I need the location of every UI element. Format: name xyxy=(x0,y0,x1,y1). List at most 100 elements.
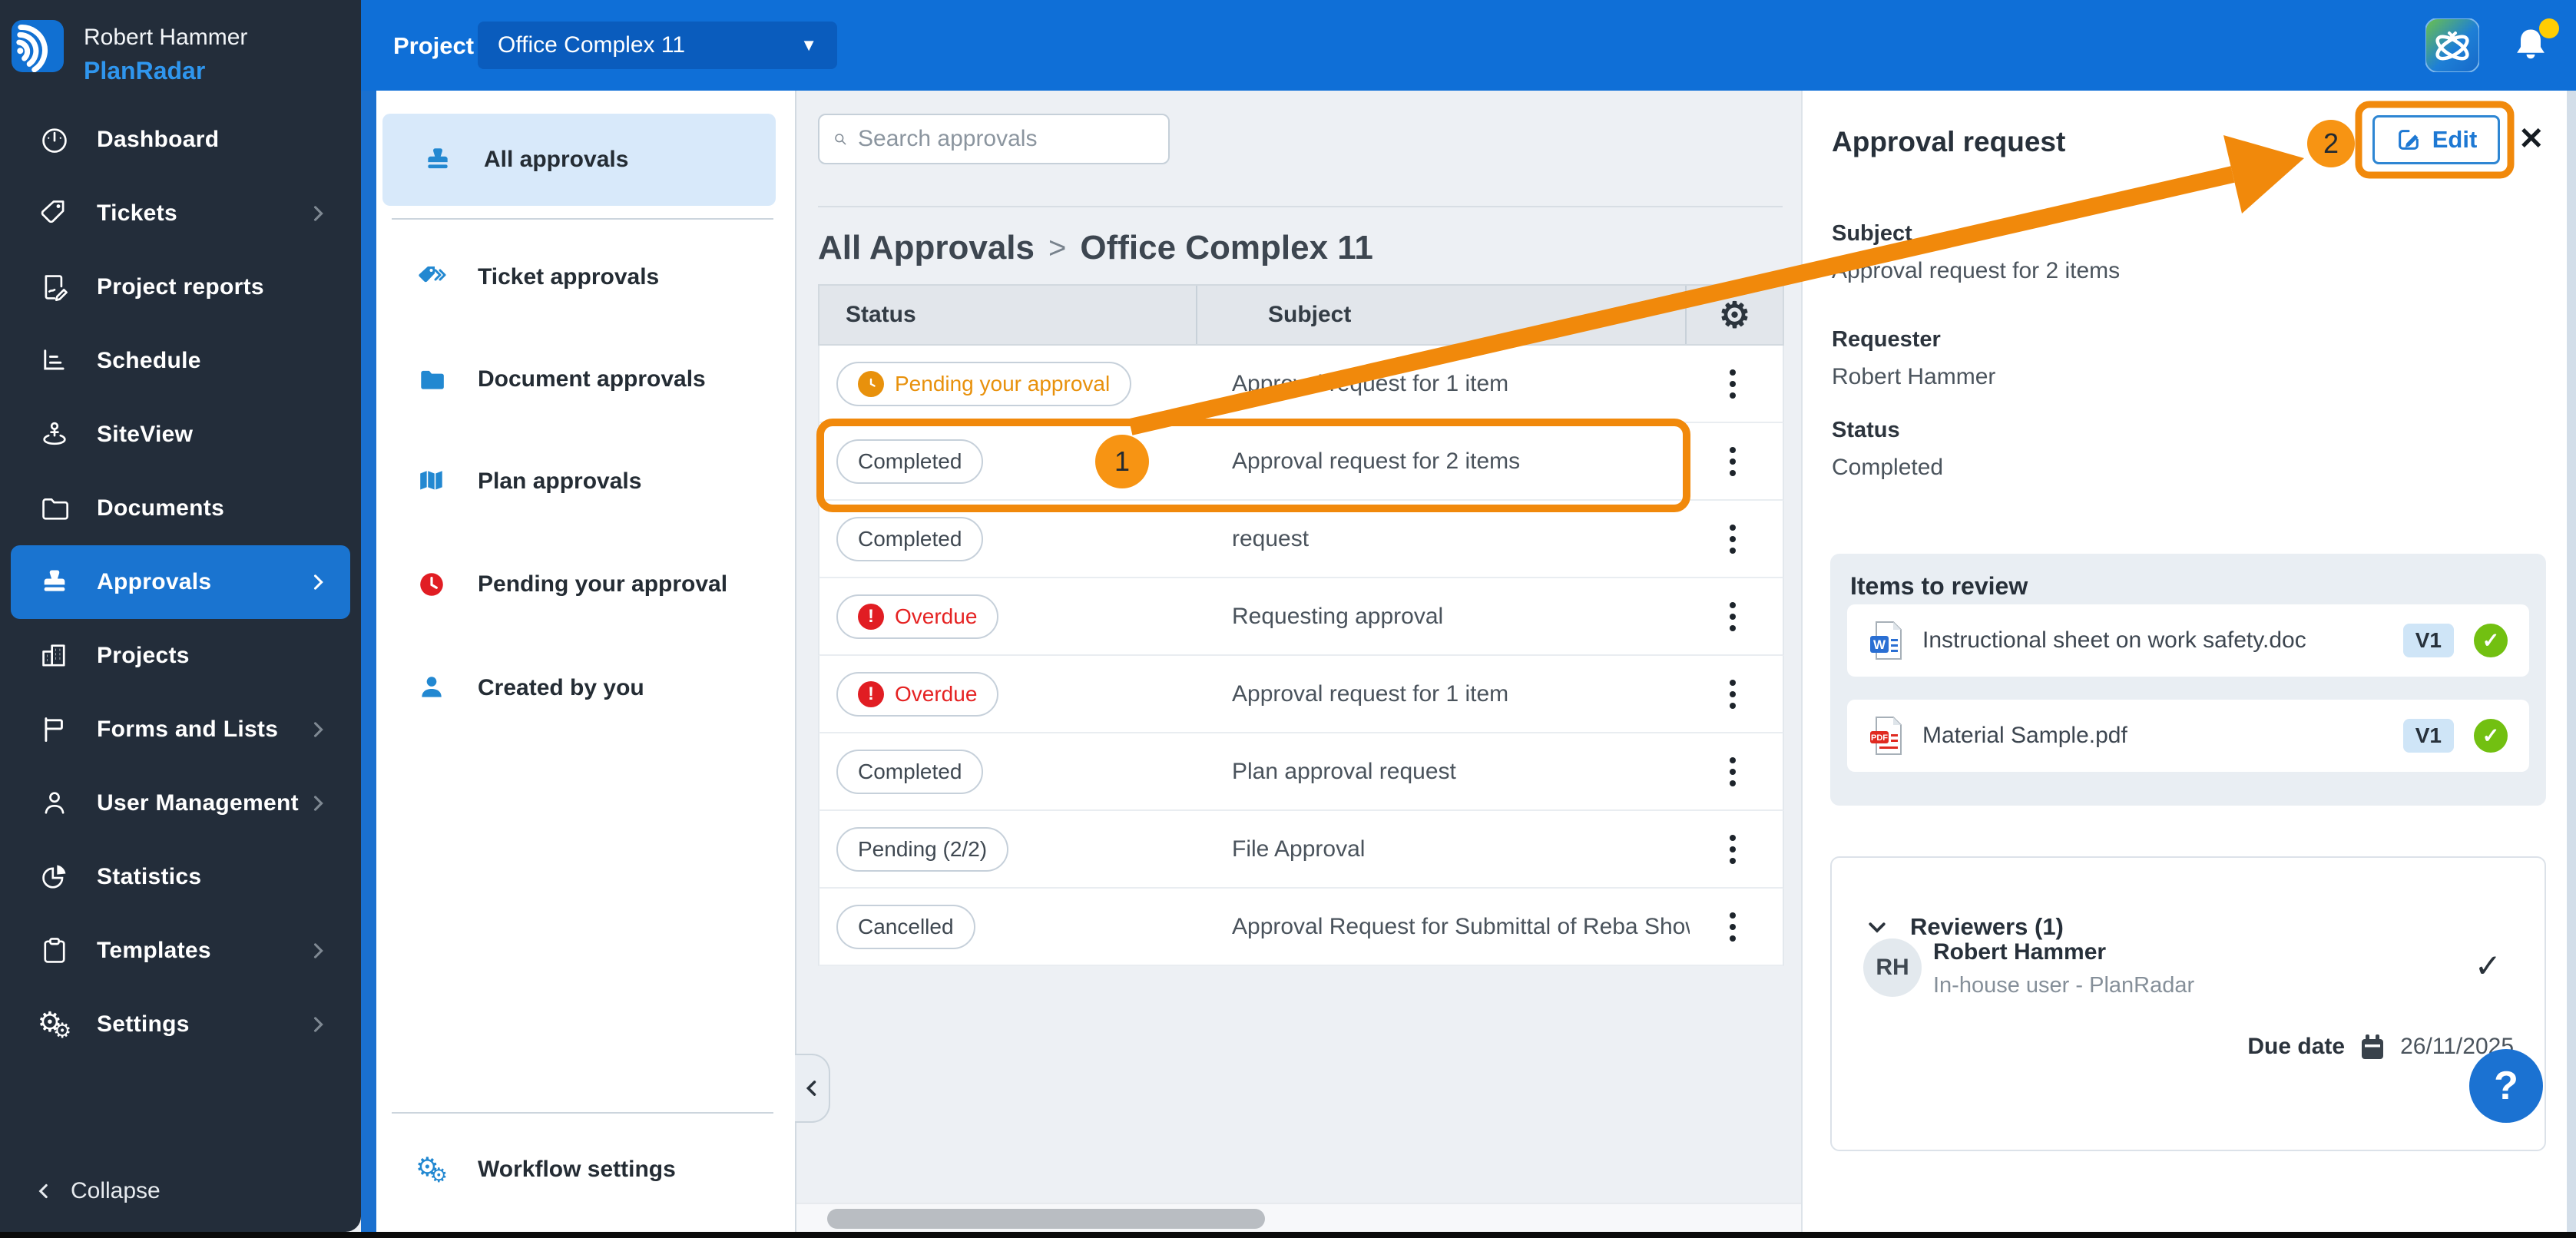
account-block[interactable]: Robert Hammer PlanRadar xyxy=(12,20,247,85)
org-name[interactable]: PlanRadar xyxy=(84,57,247,85)
sidebar-item-user-management[interactable]: User Management xyxy=(11,766,350,840)
reviewers-toggle[interactable]: Reviewers (1) xyxy=(1866,913,2064,941)
reviewer-check-icon: ✓ xyxy=(2475,947,2502,985)
chevron-right-icon xyxy=(307,1014,329,1035)
ai-atom-icon xyxy=(2425,18,2479,72)
file-name: Material Sample.pdf xyxy=(1922,723,2383,749)
clock-icon xyxy=(858,371,884,397)
project-label: Project xyxy=(393,32,474,60)
table-row[interactable]: ! Overdue Requesting approval xyxy=(818,578,1784,656)
row-menu-button[interactable] xyxy=(1722,439,1743,484)
version-badge[interactable]: V1 xyxy=(2403,719,2454,753)
sidebar-item-schedule[interactable]: Schedule xyxy=(11,324,350,398)
review-item-doc[interactable]: W Instructional sheet on work safety.doc… xyxy=(1847,604,2529,677)
submenu-collapse-handle[interactable] xyxy=(795,1054,830,1123)
scrollbar-thumb[interactable] xyxy=(827,1209,1265,1229)
edit-button[interactable]: Edit xyxy=(2372,115,2500,164)
table-settings-button[interactable]: ⚙ xyxy=(1687,297,1783,333)
divider xyxy=(392,1112,773,1114)
ticket-tag-icon xyxy=(410,262,453,293)
table-row[interactable]: Completed request xyxy=(818,501,1784,578)
table-row[interactable]: Completed Plan approval request xyxy=(818,733,1784,811)
sidebar-item-templates[interactable]: Templates xyxy=(11,914,350,988)
row-menu-button[interactable] xyxy=(1722,750,1743,794)
search-icon xyxy=(833,127,847,151)
chevron-right-icon xyxy=(307,793,329,814)
submenu-item-all-approvals[interactable]: All approvals xyxy=(382,114,776,206)
notifications-button[interactable] xyxy=(2511,25,2554,68)
table-row[interactable]: Pending your approval Approval request f… xyxy=(818,346,1784,423)
table-row-selected[interactable]: Completed Approval request for 2 items xyxy=(818,423,1784,501)
review-item-pdf[interactable]: PDF Material Sample.pdf V1 ✓ xyxy=(1847,700,2529,772)
sidebar-item-projects[interactable]: Projects xyxy=(11,619,350,693)
stamp-icon xyxy=(37,567,72,597)
ai-assistant-button[interactable] xyxy=(2425,18,2479,72)
chevron-down-icon xyxy=(1866,915,1889,938)
submenu-item-created-by-you[interactable]: Created by you xyxy=(376,654,795,723)
sidebar-item-settings[interactable]: ⚙⚙ Settings xyxy=(11,988,350,1061)
status-badge: Cancelled xyxy=(836,905,975,949)
row-subject: Approval request for 1 item xyxy=(1232,371,1690,397)
ticket-tag-icon xyxy=(37,198,72,229)
row-menu-button[interactable] xyxy=(1722,905,1743,949)
sidebar-item-statistics[interactable]: Statistics xyxy=(11,840,350,914)
row-menu-button[interactable] xyxy=(1722,362,1743,406)
submenu-item-pending-your-approval[interactable]: Pending your approval xyxy=(376,550,795,619)
submenu-item-document-approvals[interactable]: Document approvals xyxy=(376,345,795,414)
sidebar-item-tickets[interactable]: Tickets xyxy=(11,177,350,250)
help-button[interactable]: ? xyxy=(2469,1049,2543,1123)
row-menu-button[interactable] xyxy=(1722,594,1743,639)
approval-detail-panel: Approval request Edit ✕ Subject Approval… xyxy=(1801,91,2576,1232)
clock-icon xyxy=(410,570,453,599)
buildings-icon xyxy=(37,641,72,671)
due-date-row: Due date 26/11/2025 xyxy=(2247,1033,2514,1061)
main-sidebar: Robert Hammer PlanRadar Dashboard Ticket… xyxy=(0,0,361,1232)
vertical-scrollbar[interactable] xyxy=(2567,91,2576,1232)
sidebar-item-project-reports[interactable]: Project reports xyxy=(11,250,350,324)
submenu-item-ticket-approvals[interactable]: Ticket approvals xyxy=(376,243,795,312)
gear-icon: ⚙ xyxy=(1719,297,1750,333)
sidebar-item-siteview[interactable]: SiteView xyxy=(11,398,350,472)
reviewer-avatar: RH xyxy=(1863,938,1922,997)
top-bar: Project Office Complex 11 ▼ xyxy=(361,0,2576,91)
person-icon xyxy=(410,674,453,703)
sidebar-item-documents[interactable]: Documents xyxy=(11,472,350,545)
table-row[interactable]: ! Overdue Approval request for 1 item xyxy=(818,656,1784,733)
sidebar-collapse-button[interactable]: Collapse xyxy=(34,1178,161,1204)
status-badge: Completed xyxy=(836,439,983,484)
table-row[interactable]: Pending (2/2) File Approval xyxy=(818,811,1784,889)
project-selector[interactable]: Office Complex 11 ▼ xyxy=(478,22,837,69)
search-input[interactable] xyxy=(858,126,1154,152)
svg-text:PDF: PDF xyxy=(1871,733,1888,743)
row-menu-button[interactable] xyxy=(1722,517,1743,561)
table-row[interactable]: Cancelled Approval Request for Submittal… xyxy=(818,889,1784,966)
pdf-file-icon: PDF xyxy=(1869,716,1902,756)
row-menu-button[interactable] xyxy=(1722,672,1743,717)
reviewers-card: Reviewers (1) RH Robert Hammer In-house … xyxy=(1830,856,2546,1151)
pie-chart-icon xyxy=(37,862,72,892)
column-header-status[interactable]: Status xyxy=(819,286,1197,344)
schedule-icon xyxy=(37,346,72,376)
clipboard-icon xyxy=(37,935,72,966)
sidebar-item-dashboard[interactable]: Dashboard xyxy=(11,103,350,177)
divider xyxy=(818,206,1783,207)
chevron-left-icon xyxy=(801,1077,823,1099)
caret-down-icon: ▼ xyxy=(800,35,817,55)
version-badge[interactable]: V1 xyxy=(2403,624,2454,657)
submenu-item-workflow-settings[interactable]: ⚙⚙ Workflow settings xyxy=(376,1135,795,1204)
notification-badge-dot xyxy=(2539,18,2559,38)
chevron-right-icon xyxy=(307,719,329,740)
sidebar-item-forms-and-lists[interactable]: Forms and Lists xyxy=(11,693,350,766)
column-header-subject[interactable]: Subject xyxy=(1197,286,1687,344)
file-name: Instructional sheet on work safety.doc xyxy=(1922,627,2383,654)
submenu-item-plan-approvals[interactable]: Plan approvals xyxy=(376,447,795,516)
breadcrumb-root[interactable]: All Approvals xyxy=(818,229,1035,267)
row-menu-button[interactable] xyxy=(1722,827,1743,872)
planradar-logo-icon xyxy=(12,20,64,72)
report-icon xyxy=(37,272,72,303)
items-to-review-title: Items to review xyxy=(1850,572,2028,601)
sidebar-item-approvals[interactable]: Approvals xyxy=(11,545,350,619)
close-icon[interactable]: ✕ xyxy=(2518,121,2545,157)
row-subject: Plan approval request xyxy=(1232,759,1690,785)
edit-pencil-icon xyxy=(2396,127,2422,153)
